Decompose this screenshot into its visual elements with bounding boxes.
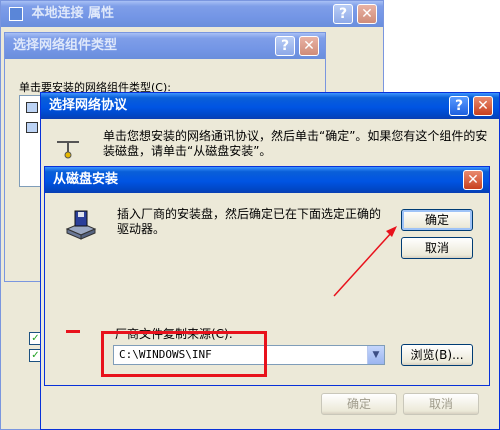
annotation-arrow — [333, 226, 397, 297]
